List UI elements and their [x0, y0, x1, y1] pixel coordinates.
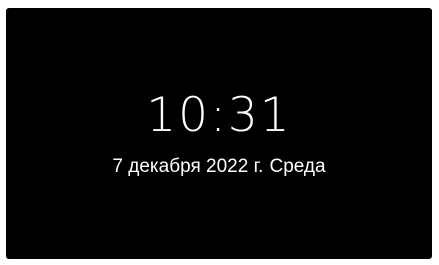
lock-screen: 10:31 7 декабря 2022 г. Среда — [6, 8, 432, 259]
date-text: 7 декабря 2022 г. — [112, 156, 264, 177]
clock-time: 10:31 — [146, 88, 292, 143]
device-frame: 10:31 7 декабря 2022 г. Среда — [0, 0, 439, 265]
weekday-text: Среда — [269, 156, 326, 177]
date-line: 7 декабря 2022 г. Среда — [6, 155, 432, 179]
